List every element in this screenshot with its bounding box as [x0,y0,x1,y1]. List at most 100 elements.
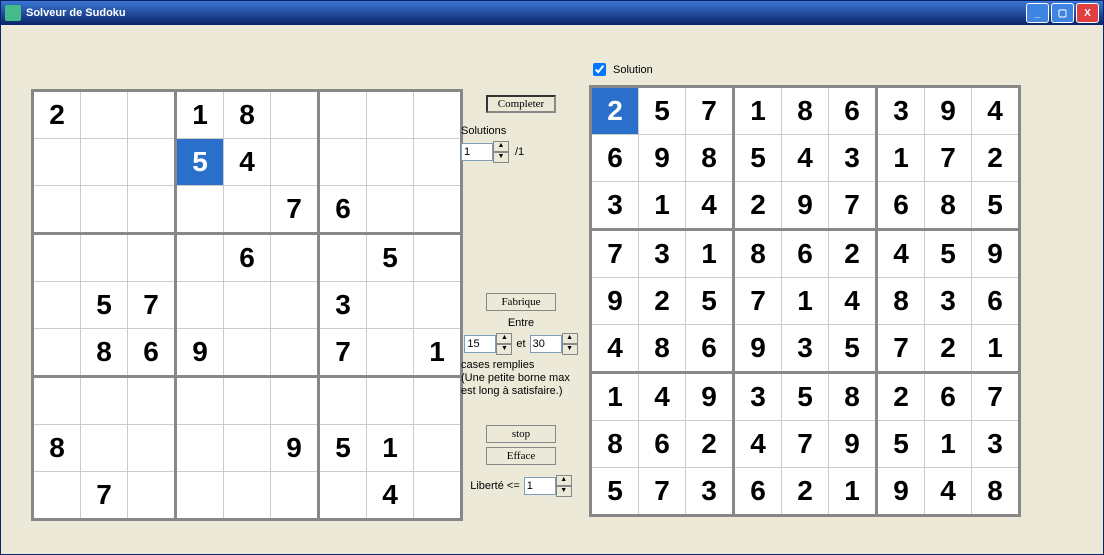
sudoku-cell[interactable]: 3 [734,373,782,421]
sudoku-cell[interactable] [367,282,414,329]
sudoku-cell[interactable] [33,377,81,425]
sudoku-cell[interactable] [367,139,414,186]
sudoku-cell[interactable]: 9 [639,135,686,182]
sudoku-cell[interactable] [319,234,367,282]
sudoku-cell[interactable] [128,234,176,282]
sudoku-cell[interactable]: 4 [829,278,877,325]
sudoku-cell[interactable]: 1 [877,135,925,182]
sudoku-cell[interactable]: 3 [972,421,1020,468]
sudoku-cell[interactable]: 5 [734,135,782,182]
sudoku-cell[interactable] [176,234,224,282]
sudoku-cell[interactable]: 2 [782,468,829,516]
sudoku-cell[interactable]: 8 [734,230,782,278]
sudoku-cell[interactable]: 8 [972,468,1020,516]
sudoku-cell[interactable]: 1 [734,87,782,135]
sudoku-cell[interactable] [33,472,81,520]
sudoku-cell[interactable] [271,234,319,282]
spinner-up-icon[interactable]: ▲ [493,141,509,152]
sudoku-cell[interactable]: 9 [734,325,782,373]
sudoku-cell[interactable]: 1 [414,329,462,377]
sudoku-cell[interactable]: 1 [972,325,1020,373]
sudoku-cell[interactable] [271,472,319,520]
fabrique-button[interactable]: Fabrique [486,293,556,311]
sudoku-cell[interactable]: 4 [367,472,414,520]
sudoku-cell[interactable]: 5 [367,234,414,282]
sudoku-cell[interactable] [81,91,128,139]
sudoku-cell[interactable]: 6 [829,87,877,135]
close-button[interactable]: X [1076,3,1099,23]
sudoku-cell[interactable]: 1 [686,230,734,278]
sudoku-cell[interactable]: 6 [972,278,1020,325]
sudoku-cell[interactable]: 5 [81,282,128,329]
sudoku-cell[interactable]: 5 [877,421,925,468]
sudoku-cell[interactable]: 6 [925,373,972,421]
sudoku-cell[interactable]: 6 [591,135,639,182]
sudoku-cell[interactable]: 9 [686,373,734,421]
spinner-up-icon[interactable]: ▲ [562,333,578,344]
sudoku-cell[interactable] [81,234,128,282]
spinner-down-icon[interactable]: ▼ [556,486,572,497]
sudoku-cell[interactable]: 3 [319,282,367,329]
sudoku-cell[interactable]: 2 [591,87,639,135]
sudoku-cell[interactable]: 2 [639,278,686,325]
sudoku-cell[interactable]: 9 [972,230,1020,278]
sudoku-cell[interactable]: 8 [81,329,128,377]
sudoku-cell[interactable] [176,282,224,329]
sudoku-cell[interactable]: 4 [782,135,829,182]
minimize-button[interactable]: _ [1026,3,1049,23]
sudoku-cell[interactable] [81,425,128,472]
solutions-spinner-input[interactable] [461,143,493,161]
sudoku-cell[interactable]: 1 [829,468,877,516]
sudoku-cell[interactable] [128,377,176,425]
sudoku-cell[interactable] [414,91,462,139]
sudoku-cell[interactable]: 2 [925,325,972,373]
spinner-up-icon[interactable]: ▲ [556,475,572,486]
sudoku-cell[interactable] [224,472,271,520]
sudoku-cell[interactable] [176,472,224,520]
sudoku-cell[interactable]: 7 [271,186,319,234]
sudoku-cell[interactable]: 6 [128,329,176,377]
sudoku-cell[interactable]: 7 [319,329,367,377]
spinner-down-icon[interactable]: ▼ [496,344,512,355]
sudoku-cell[interactable]: 4 [686,182,734,230]
sudoku-cell[interactable] [414,186,462,234]
sudoku-cell[interactable]: 7 [877,325,925,373]
sudoku-cell[interactable]: 2 [972,135,1020,182]
sudoku-cell[interactable]: 3 [639,230,686,278]
sudoku-cell[interactable]: 7 [829,182,877,230]
sudoku-cell[interactable]: 5 [782,373,829,421]
spinner-down-icon[interactable]: ▼ [562,344,578,355]
sudoku-cell[interactable] [33,234,81,282]
sudoku-cell[interactable] [319,472,367,520]
sudoku-cell[interactable]: 7 [81,472,128,520]
sudoku-cell[interactable]: 4 [972,87,1020,135]
sudoku-cell[interactable]: 8 [925,182,972,230]
sudoku-cell[interactable]: 7 [734,278,782,325]
solutions-spinner[interactable]: ▲▼ [461,141,509,163]
liberte-spinner[interactable]: ▲▼ [524,475,572,497]
sudoku-cell[interactable]: 5 [925,230,972,278]
sudoku-cell[interactable]: 3 [591,182,639,230]
sudoku-cell[interactable] [224,186,271,234]
sudoku-cell[interactable]: 4 [877,230,925,278]
sudoku-cell[interactable] [414,282,462,329]
sudoku-cell[interactable] [128,91,176,139]
sudoku-cell[interactable]: 4 [224,139,271,186]
sudoku-cell[interactable]: 3 [829,135,877,182]
sudoku-cell[interactable]: 6 [639,421,686,468]
sudoku-cell[interactable]: 2 [829,230,877,278]
solution-checkbox-input[interactable] [593,63,606,76]
sudoku-cell[interactable] [128,186,176,234]
sudoku-cell[interactable] [271,91,319,139]
sudoku-cell[interactable]: 4 [925,468,972,516]
stop-button[interactable]: stop [486,425,556,443]
sudoku-cell[interactable]: 8 [877,278,925,325]
sudoku-cell[interactable] [367,186,414,234]
sudoku-cell[interactable]: 5 [829,325,877,373]
sudoku-cell[interactable]: 6 [877,182,925,230]
sudoku-cell[interactable]: 2 [877,373,925,421]
sudoku-cell[interactable]: 4 [591,325,639,373]
sudoku-cell[interactable] [271,282,319,329]
sudoku-cell[interactable]: 5 [972,182,1020,230]
sudoku-cell[interactable] [128,472,176,520]
